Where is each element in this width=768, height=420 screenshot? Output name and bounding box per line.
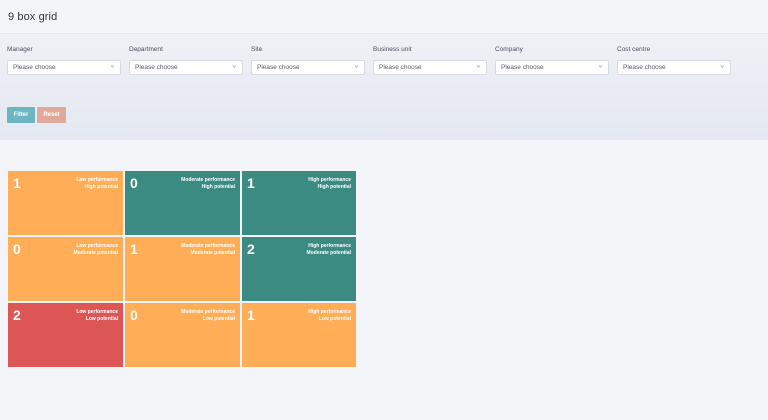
filter-panel: Manager Please choose Department Please … (0, 33, 768, 140)
performance-label: Low performance (76, 243, 118, 249)
grid-cell-low-perf-high-pot[interactable]: 1 Low performance High potential (8, 171, 123, 235)
select-value: Please choose (13, 64, 56, 71)
performance-label: High performance (308, 177, 351, 183)
select-value: Please choose (135, 64, 178, 71)
cell-count: 1 (247, 307, 255, 323)
cost-centre-select[interactable]: Please choose (617, 60, 731, 75)
site-select[interactable]: Please choose (251, 60, 365, 75)
cell-labels: High performance Low potential (308, 309, 351, 323)
potential-label: High potential (317, 184, 351, 190)
filter-company: Company Please choose (495, 46, 609, 75)
cell-labels: Low performance Moderate potential (74, 243, 118, 257)
filter-label: Manager (7, 46, 33, 53)
cell-count: 2 (247, 241, 255, 257)
potential-label: Moderate potential (73, 250, 118, 256)
filter-label: Business unit (373, 46, 412, 53)
manager-select[interactable]: Please choose (7, 60, 121, 75)
nine-box-grid: 1 Low performance High potential 0 Moder… (8, 171, 356, 369)
cell-count: 0 (13, 241, 21, 257)
filter-label: Cost centre (617, 46, 651, 53)
potential-label: Moderate potential (190, 250, 235, 256)
potential-label: Low potential (202, 316, 235, 322)
cell-labels: Moderate performance Low potential (181, 309, 235, 323)
filter-manager: Manager Please choose (7, 46, 121, 75)
cell-count: 1 (130, 241, 138, 257)
performance-label: Moderate performance (181, 309, 235, 315)
grid-cell-high-perf-low-pot[interactable]: 1 High performance Low potential (242, 303, 356, 367)
cell-count: 0 (130, 307, 138, 323)
grid-cell-moderate-perf-moderate-pot[interactable]: 1 Moderate performance Moderate potentia… (125, 237, 240, 301)
grid-cell-moderate-perf-high-pot[interactable]: 0 Moderate performance High potential (125, 171, 240, 235)
filter-label: Department (129, 46, 163, 53)
filter-label: Site (251, 46, 263, 53)
grid-cell-low-perf-low-pot[interactable]: 2 Low performance Low potential (8, 303, 123, 367)
potential-label: Low potential (318, 316, 351, 322)
page-title: 9 box grid (8, 11, 58, 23)
chevron-down-icon (476, 65, 481, 68)
select-value: Please choose (257, 64, 300, 71)
cell-labels: Moderate performance High potential (181, 177, 235, 191)
potential-label: Low potential (85, 316, 118, 322)
grid-cell-low-perf-moderate-pot[interactable]: 0 Low performance Moderate potential (8, 237, 123, 301)
company-select[interactable]: Please choose (495, 60, 609, 75)
cell-labels: High performance Moderate potential (307, 243, 351, 257)
select-value: Please choose (623, 64, 666, 71)
filter-button[interactable]: Filter (7, 107, 35, 123)
performance-label: Moderate performance (181, 243, 235, 249)
select-value: Please choose (501, 64, 544, 71)
cell-count: 2 (13, 307, 21, 323)
business-unit-select[interactable]: Please choose (373, 60, 487, 75)
cell-count: 1 (247, 175, 255, 191)
cell-labels: Moderate performance Moderate potential (181, 243, 235, 257)
chevron-down-icon (110, 65, 115, 68)
potential-label: High potential (201, 184, 235, 190)
cell-count: 0 (130, 175, 138, 191)
potential-label: High potential (84, 184, 118, 190)
cell-labels: Low performance Low potential (76, 309, 118, 323)
performance-label: High performance (308, 243, 351, 249)
cell-count: 1 (13, 175, 21, 191)
cell-labels: High performance High potential (308, 177, 351, 191)
grid-cell-moderate-perf-low-pot[interactable]: 0 Moderate performance Low potential (125, 303, 240, 367)
grid-cell-high-perf-moderate-pot[interactable]: 2 High performance Moderate potential (242, 237, 356, 301)
performance-label: Low performance (76, 177, 118, 183)
grid-cell-high-perf-high-pot[interactable]: 1 High performance High potential (242, 171, 356, 235)
chevron-down-icon (232, 65, 237, 68)
chevron-down-icon (598, 65, 603, 68)
filter-site: Site Please choose (251, 46, 365, 75)
chevron-down-icon (354, 65, 359, 68)
performance-label: High performance (308, 309, 351, 315)
potential-label: Moderate potential (306, 250, 351, 256)
filter-label: Company (495, 46, 523, 53)
performance-label: Moderate performance (181, 177, 235, 183)
reset-button[interactable]: Reset (37, 107, 66, 123)
select-value: Please choose (379, 64, 422, 71)
department-select[interactable]: Please choose (129, 60, 243, 75)
performance-label: Low performance (76, 309, 118, 315)
filter-department: Department Please choose (129, 46, 243, 75)
filter-cost-centre: Cost centre Please choose (617, 46, 731, 75)
cell-labels: Low performance High potential (76, 177, 118, 191)
chevron-down-icon (720, 65, 725, 68)
filter-business-unit: Business unit Please choose (373, 46, 487, 75)
